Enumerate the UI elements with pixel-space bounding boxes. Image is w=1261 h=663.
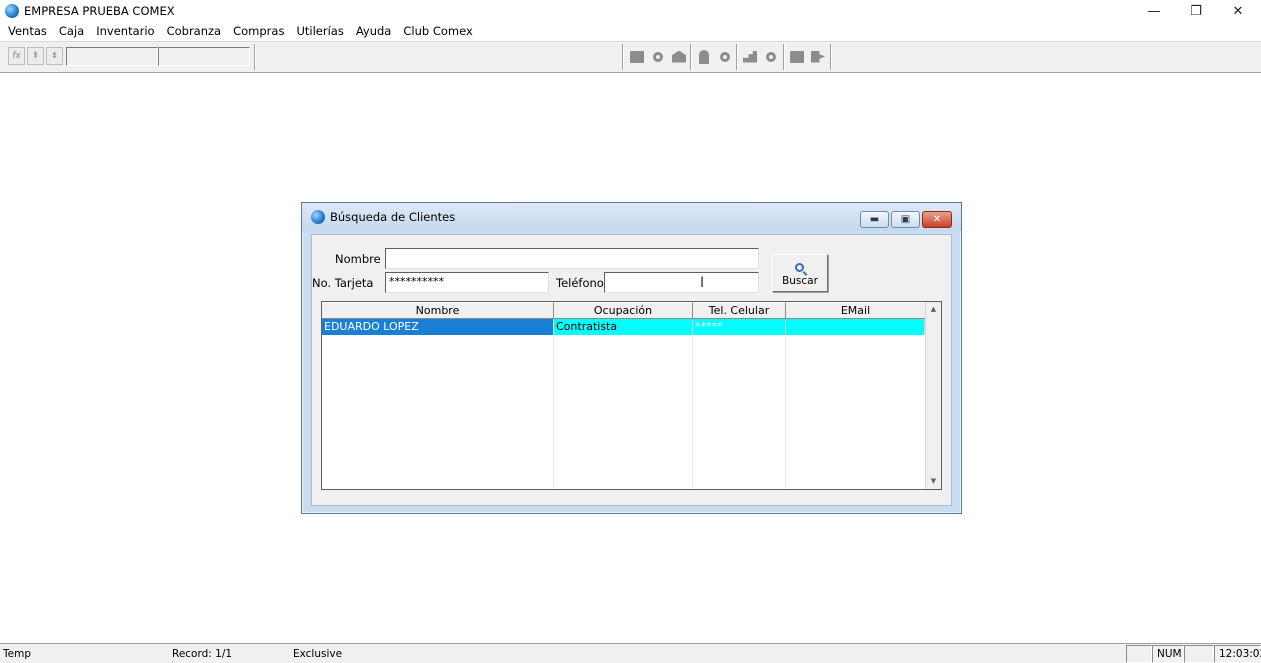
document-icon[interactable] <box>787 46 807 67</box>
tarjeta-input[interactable]: ********** <box>385 272 549 293</box>
telefono-label: Teléfono <box>556 276 604 290</box>
telefono-input[interactable] <box>604 272 759 293</box>
status-mode: Temp <box>3 648 31 660</box>
column-header-celular[interactable]: Tel. Celular <box>693 302 786 319</box>
nombre-label: Nombre <box>335 252 381 266</box>
dialog-title: Búsqueda de Clientes <box>330 210 456 224</box>
toolbar-separator <box>783 44 785 70</box>
stairs-icon[interactable] <box>740 46 760 67</box>
sort-asc-icon[interactable]: ⇞ <box>27 47 44 65</box>
zoom-icon[interactable] <box>761 46 781 67</box>
minimize-button[interactable]: — <box>1131 0 1177 22</box>
status-record: Record: 1/1 <box>172 648 233 660</box>
dialog-maximize-button[interactable]: ▣ <box>891 211 920 228</box>
find-person-icon[interactable] <box>715 46 735 67</box>
customer-search-dialog: Búsqueda de Clientes ▬ ▣ ✕ Nombre No. Ta… <box>301 202 962 514</box>
app-title: EMPRESA PRUEBA COMEX <box>24 4 175 18</box>
dialog-app-icon <box>311 210 325 224</box>
dialog-body: Nombre No. Tarjeta ********** Teléfono B… <box>311 234 952 506</box>
grid-column-divider <box>785 335 786 489</box>
toolbar-separator <box>690 44 692 70</box>
column-header-nombre[interactable]: Nombre <box>322 302 554 319</box>
sort-desc-icon[interactable]: ⇟ <box>46 47 63 65</box>
status-cell-blank <box>1126 645 1152 663</box>
menu-ayuda[interactable]: Ayuda <box>350 22 398 41</box>
person-icon[interactable] <box>694 46 714 67</box>
menu-caja[interactable]: Caja <box>53 22 90 41</box>
table-row[interactable]: EDUARDO LOPEZ Contratista ***** <box>322 319 925 335</box>
column-header-email[interactable]: EMail <box>786 302 926 319</box>
toolbar: fx ⇞ ⇟ <box>0 41 1261 73</box>
dialog-title-bar[interactable]: Búsqueda de Clientes ▬ ▣ ✕ <box>302 203 961 231</box>
toolbar-separator <box>736 44 738 70</box>
first-record-icon[interactable] <box>627 46 647 67</box>
dialog-close-button[interactable]: ✕ <box>922 211 952 228</box>
text-cursor-icon: I <box>700 275 705 291</box>
grid-header: Nombre Ocupación Tel. Celular EMail <box>322 302 926 319</box>
menu-compras[interactable]: Compras <box>227 22 290 41</box>
grid-vertical-scrollbar[interactable]: ▲ ▼ <box>925 302 941 489</box>
toolbar-field-1[interactable] <box>66 47 158 66</box>
home-icon[interactable] <box>669 46 689 67</box>
grid-column-divider <box>692 335 693 489</box>
tarjeta-label: No. Tarjeta <box>312 276 374 290</box>
menu-utilerias[interactable]: Utilerías <box>290 22 349 41</box>
magnifier-icon <box>794 263 804 272</box>
dialog-minimize-button[interactable]: ▬ <box>860 211 889 228</box>
toolbar-separator <box>830 44 832 70</box>
cell-nombre[interactable]: EDUARDO LOPEZ <box>322 319 554 335</box>
buscar-label: Buscar <box>782 275 818 287</box>
search-icon[interactable] <box>648 46 668 67</box>
status-access: Exclusive <box>293 648 343 660</box>
exit-icon[interactable] <box>808 46 828 67</box>
status-cell-blank-2 <box>1184 645 1214 663</box>
toolbar-field-2[interactable] <box>158 47 250 66</box>
menu-club-comex[interactable]: Club Comex <box>397 22 478 41</box>
restore-button[interactable]: ❐ <box>1173 0 1219 22</box>
status-bar: Temp Record: 1/1 Exclusive NUM 12:03:02 <box>0 643 1261 663</box>
status-time: 12:03:02 <box>1214 645 1261 663</box>
results-grid[interactable]: Nombre Ocupación Tel. Celular EMail EDUA… <box>321 301 942 490</box>
cell-ocupacion[interactable]: Contratista <box>554 319 693 335</box>
status-num: NUM <box>1152 645 1184 663</box>
app-title-bar: EMPRESA PRUEBA COMEX — ❐ ✕ <box>0 0 1261 22</box>
menu-bar: Ventas Caja Inventario Cobranza Compras … <box>0 22 1261 41</box>
toolbar-separator <box>622 44 624 70</box>
column-header-ocupacion[interactable]: Ocupación <box>554 302 693 319</box>
scroll-down-icon[interactable]: ▼ <box>926 474 941 489</box>
toolbar-separator <box>254 44 256 70</box>
menu-cobranza[interactable]: Cobranza <box>161 22 228 41</box>
nombre-input[interactable] <box>385 248 759 269</box>
cell-email[interactable] <box>786 319 925 335</box>
menu-inventario[interactable]: Inventario <box>90 22 160 41</box>
function-icon[interactable]: fx <box>8 47 25 65</box>
scroll-up-icon[interactable]: ▲ <box>926 302 941 317</box>
cell-celular[interactable]: ***** <box>693 319 786 335</box>
grid-column-divider <box>553 335 554 489</box>
app-logo-icon <box>5 4 19 18</box>
menu-ventas[interactable]: Ventas <box>2 22 53 41</box>
close-button[interactable]: ✕ <box>1215 0 1261 22</box>
buscar-button[interactable]: Buscar <box>772 254 828 292</box>
